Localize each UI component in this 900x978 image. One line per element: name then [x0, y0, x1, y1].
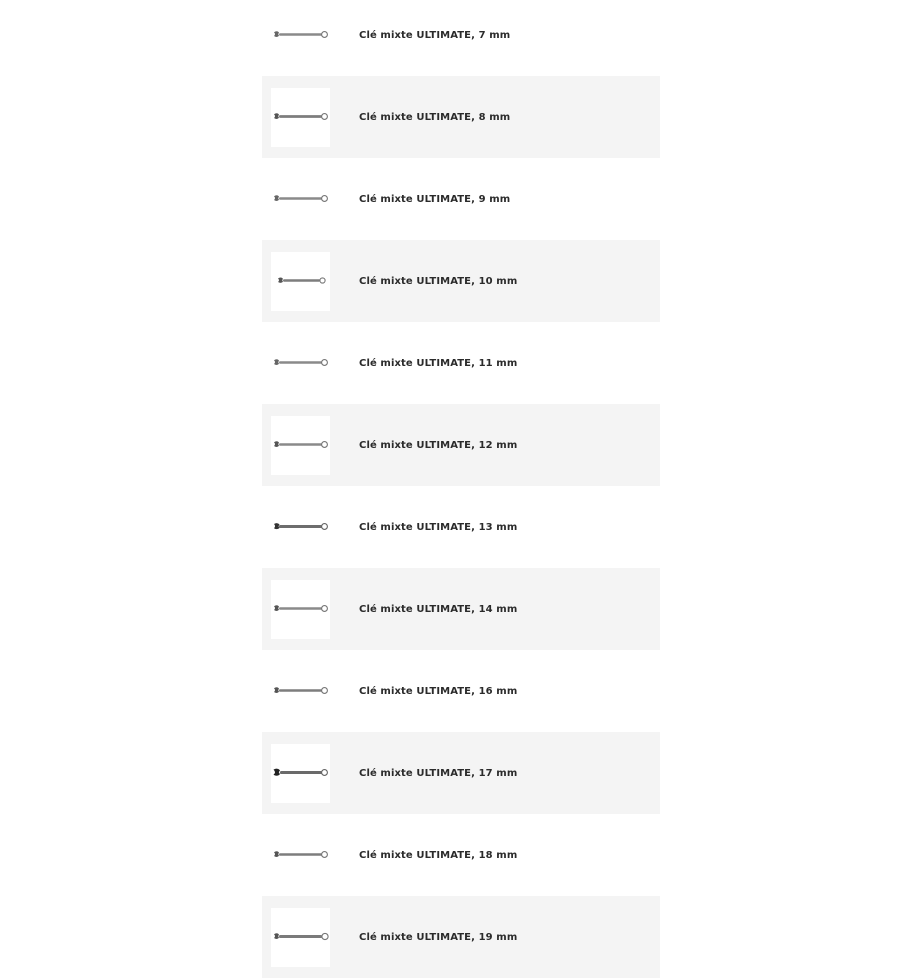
combination-wrench-icon [273, 768, 328, 776]
product-thumbnail[interactable] [271, 334, 330, 393]
product-name[interactable]: Clé mixte ULTIMATE, 16 mm [359, 686, 517, 697]
product-thumbnail[interactable] [271, 251, 330, 311]
product-name[interactable]: Clé mixte ULTIMATE, 18 mm [359, 850, 517, 861]
product-row[interactable]: Clé mixte ULTIMATE, 8 mm [262, 76, 660, 158]
combination-wrench-icon [273, 932, 329, 941]
combination-wrench-icon [273, 687, 328, 694]
combination-wrench-icon [273, 113, 328, 120]
combination-wrench-icon [277, 277, 326, 284]
product-list: Clé mixte ULTIMATE, 7 mm Clé mixte ULTIM… [262, 0, 660, 978]
combination-wrench-icon [273, 195, 328, 202]
product-thumbnail[interactable] [271, 6, 330, 65]
product-name[interactable]: Clé mixte ULTIMATE, 11 mm [359, 358, 517, 369]
product-row[interactable]: Clé mixte ULTIMATE, 19 mm [262, 896, 660, 978]
product-thumbnail[interactable] [271, 907, 330, 967]
product-row[interactable]: Clé mixte ULTIMATE, 10 mm [262, 240, 660, 322]
product-name[interactable]: Clé mixte ULTIMATE, 8 mm [359, 112, 510, 123]
combination-wrench-icon [273, 851, 328, 858]
product-row[interactable]: Clé mixte ULTIMATE, 17 mm [262, 732, 660, 814]
product-name[interactable]: Clé mixte ULTIMATE, 13 mm [359, 522, 517, 533]
product-row[interactable]: Clé mixte ULTIMATE, 7 mm [262, 0, 660, 76]
product-name[interactable]: Clé mixte ULTIMATE, 17 mm [359, 768, 517, 779]
product-name[interactable]: Clé mixte ULTIMATE, 10 mm [359, 276, 517, 287]
product-row[interactable]: Clé mixte ULTIMATE, 11 mm [262, 322, 660, 404]
product-thumbnail[interactable] [271, 743, 330, 803]
combination-wrench-icon [273, 359, 328, 366]
product-name[interactable]: Clé mixte ULTIMATE, 19 mm [359, 932, 517, 943]
combination-wrench-icon [273, 31, 328, 38]
product-row[interactable]: Clé mixte ULTIMATE, 12 mm [262, 404, 660, 486]
combination-wrench-icon [273, 605, 328, 612]
product-row[interactable]: Clé mixte ULTIMATE, 13 mm [262, 486, 660, 568]
product-thumbnail[interactable] [271, 415, 330, 475]
product-name[interactable]: Clé mixte ULTIMATE, 12 mm [359, 440, 517, 451]
product-row[interactable]: Clé mixte ULTIMATE, 9 mm [262, 158, 660, 240]
product-name[interactable]: Clé mixte ULTIMATE, 14 mm [359, 604, 517, 615]
product-name[interactable]: Clé mixte ULTIMATE, 9 mm [359, 194, 510, 205]
product-row[interactable]: Clé mixte ULTIMATE, 14 mm [262, 568, 660, 650]
product-thumbnail[interactable] [271, 826, 330, 885]
product-name[interactable]: Clé mixte ULTIMATE, 7 mm [359, 30, 510, 41]
product-thumbnail[interactable] [271, 662, 330, 721]
product-thumbnail[interactable] [271, 87, 330, 147]
combination-wrench-icon [273, 441, 328, 448]
product-row[interactable]: Clé mixte ULTIMATE, 16 mm [262, 650, 660, 732]
product-thumbnail[interactable] [271, 498, 330, 557]
product-thumbnail[interactable] [271, 579, 330, 639]
product-thumbnail[interactable] [271, 170, 330, 229]
combination-wrench-icon [273, 523, 328, 530]
product-row[interactable]: Clé mixte ULTIMATE, 18 mm [262, 814, 660, 896]
